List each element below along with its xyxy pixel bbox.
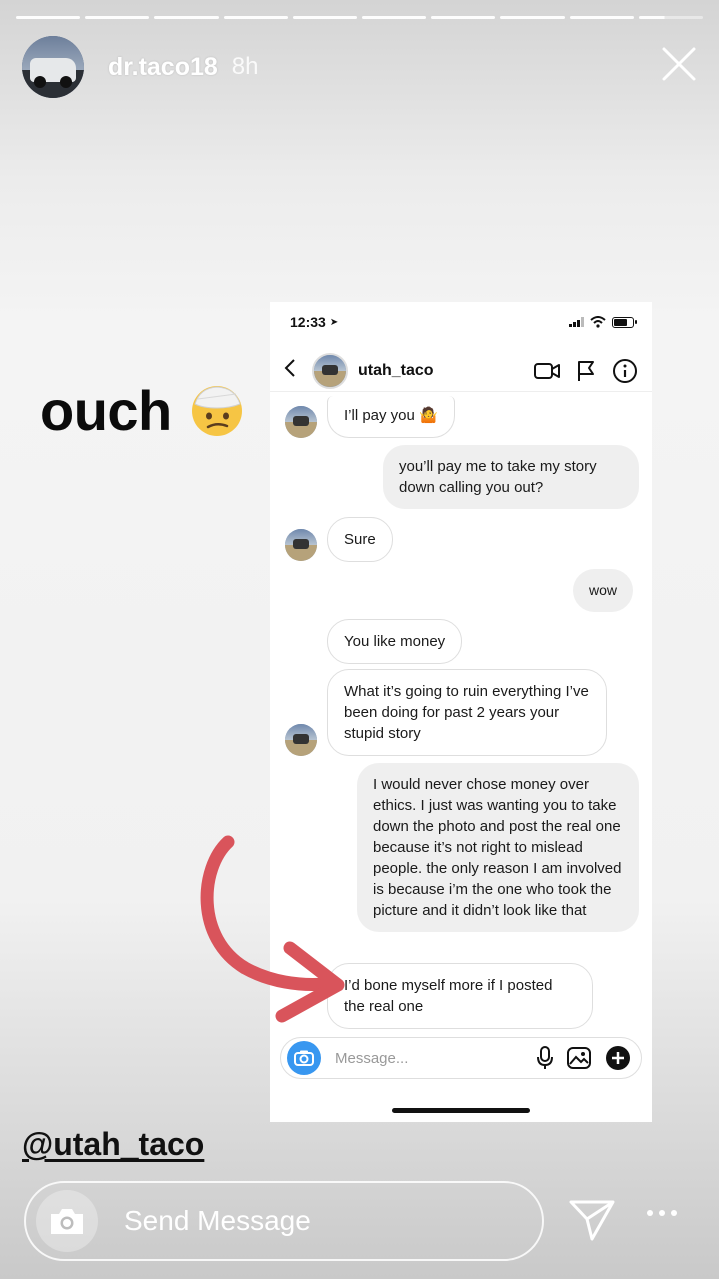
message-bubble: wow xyxy=(573,569,634,612)
camera-button[interactable] xyxy=(287,1041,321,1075)
message-bubble: What it’s going to ruin everything I’ve … xyxy=(327,669,607,756)
message-input[interactable]: Message... xyxy=(335,1050,408,1067)
more-options-icon[interactable] xyxy=(646,1208,678,1218)
story-timestamp: 8h xyxy=(231,53,259,80)
drawn-arrow-icon xyxy=(200,835,345,1023)
camera-icon xyxy=(294,1050,314,1066)
progress-segment xyxy=(85,16,150,19)
send-message-input[interactable]: Send Message xyxy=(124,1205,311,1237)
progress-segment xyxy=(431,16,496,19)
face-with-head-bandage-icon xyxy=(191,385,242,436)
message-bubble: Sure xyxy=(327,517,393,562)
video-call-icon[interactable] xyxy=(534,361,560,381)
story-progress-bar xyxy=(16,16,704,19)
message-bubble: You like money xyxy=(327,619,463,664)
status-bar: 12:33 ➤ xyxy=(290,312,637,332)
sender-avatar xyxy=(285,529,317,561)
message-bubble: I would never chose money over ethics. I… xyxy=(357,763,639,932)
caption-text: ouch xyxy=(40,379,172,442)
dm-username[interactable]: utah_taco xyxy=(358,362,434,380)
close-icon xyxy=(662,47,696,81)
dm-avatar[interactable] xyxy=(312,352,348,389)
message-bubble: you’ll pay me to take my story down call… xyxy=(383,445,639,509)
message-bubble: I’d bone myself more if I posted the rea… xyxy=(327,963,593,1029)
add-icon[interactable] xyxy=(605,1045,631,1071)
location-arrow-icon: ➤ xyxy=(329,316,339,328)
wifi-icon xyxy=(590,316,606,328)
flag-icon[interactable] xyxy=(576,360,596,382)
progress-segment xyxy=(154,16,219,19)
message-bubble: I’ll pay you 🤷 xyxy=(327,396,455,438)
progress-segment-current xyxy=(638,16,704,19)
message-composer[interactable]: Message... xyxy=(280,1037,642,1079)
camera-icon xyxy=(51,1209,83,1234)
battery-icon xyxy=(612,316,637,328)
progress-segment xyxy=(569,16,634,19)
mention-tag[interactable]: @utah_taco xyxy=(22,1126,204,1163)
back-arrow-icon[interactable] xyxy=(284,358,306,384)
signal-icon xyxy=(569,317,584,327)
story-header: dr.taco18 8h xyxy=(22,36,258,98)
progress-segment xyxy=(362,16,427,19)
direct-send-icon[interactable] xyxy=(568,1198,616,1242)
status-time: 12:33 xyxy=(290,314,326,330)
progress-segment xyxy=(223,16,288,19)
info-icon[interactable] xyxy=(612,358,638,384)
home-indicator xyxy=(392,1108,530,1113)
progress-segment xyxy=(16,16,81,19)
story-caption: ouch xyxy=(40,378,244,443)
gallery-icon[interactable] xyxy=(567,1047,591,1069)
camera-button[interactable] xyxy=(36,1190,98,1252)
progress-segment xyxy=(292,16,358,19)
progress-segment xyxy=(500,16,565,19)
sender-avatar xyxy=(285,724,317,756)
story-username[interactable]: dr.taco18 xyxy=(108,53,218,82)
microphone-icon[interactable] xyxy=(537,1046,553,1070)
dm-header: utah_taco xyxy=(270,350,652,392)
send-message-field[interactable]: Send Message xyxy=(24,1181,544,1261)
sender-avatar xyxy=(285,406,317,438)
avatar[interactable] xyxy=(22,36,84,98)
close-button[interactable] xyxy=(661,46,697,82)
